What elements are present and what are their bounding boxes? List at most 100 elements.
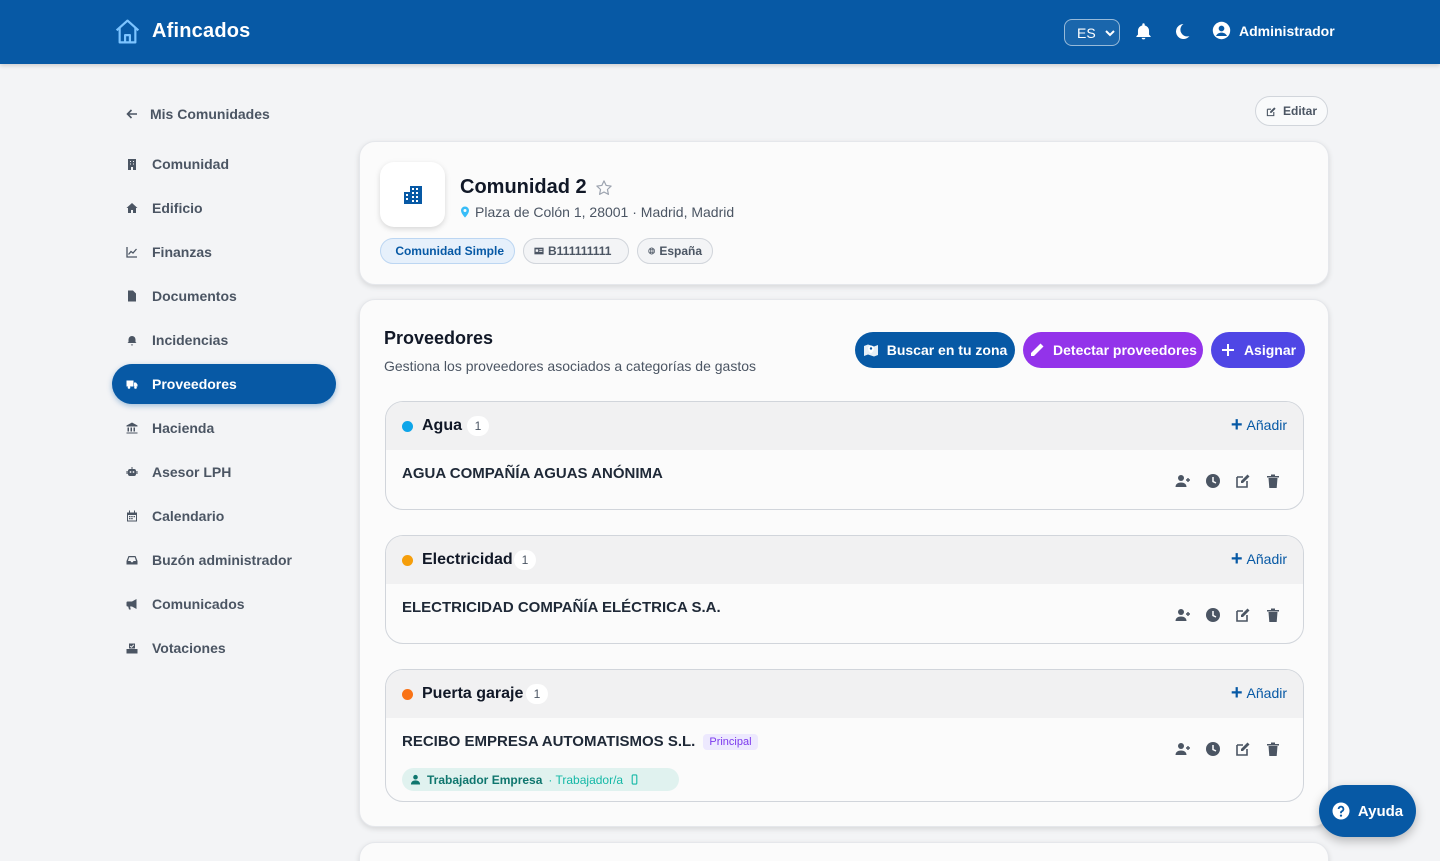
help-label: Ayuda (1357, 802, 1404, 820)
notifications-bell-icon[interactable] (1134, 22, 1153, 41)
provider-name-text: ELECTRICIDAD COMPAÑÍA ELÉCTRICA S.A. (402, 599, 721, 616)
edit-icon[interactable] (1235, 607, 1251, 623)
help-button[interactable]: Ayuda (1319, 785, 1416, 837)
community-title: Comunidad 2 (460, 176, 613, 199)
person-icon (410, 774, 421, 785)
sidebar-item-label: Proveedores (152, 376, 237, 392)
favorite-star-icon[interactable] (595, 179, 613, 197)
edit-label: Editar (1282, 104, 1317, 118)
edit-icon[interactable] (1235, 473, 1251, 489)
sidebar-item-hacienda[interactable]: Hacienda (112, 408, 336, 448)
building-icon (128, 159, 136, 170)
map-location-icon (863, 344, 878, 357)
add-contact-icon[interactable] (1175, 607, 1191, 623)
plus-icon (1221, 344, 1234, 356)
add-label: Añadir (1246, 685, 1287, 701)
apartment-building-icon (403, 185, 422, 204)
location-pin-icon (461, 206, 469, 218)
document-icon (128, 290, 136, 302)
user-menu[interactable]: Administrador (1212, 21, 1335, 40)
sidebar-item-label: Documentos (152, 288, 237, 304)
chip-label: B111111111 (548, 244, 612, 258)
sidebar-item-buzon[interactable]: Buzón administrador (112, 540, 336, 580)
sidebar-item-label: Incidencias (152, 332, 229, 348)
language-select[interactable]: ES (1064, 19, 1120, 46)
sidebar-item-votaciones[interactable]: Votaciones (112, 628, 336, 668)
category-color-dot (402, 555, 413, 566)
provider-actions (1175, 607, 1281, 623)
sidebar-item-asesor-lph[interactable]: Asesor LPH (112, 452, 336, 492)
user-circle-icon (1212, 21, 1231, 40)
magic-wand-icon (1031, 343, 1044, 356)
search-zone-button[interactable]: Buscar en tu zona (855, 332, 1015, 368)
back-label: Mis Comunidades (150, 106, 270, 122)
sidebar-item-label: Buzón administrador (152, 552, 293, 568)
trash-icon[interactable] (1265, 607, 1281, 623)
category-name: Electricidad (422, 551, 513, 568)
top-bar: Afincados ES Administrador (0, 0, 1440, 64)
bell-icon (127, 336, 137, 346)
add-provider-button[interactable]: + Añadir (1231, 549, 1287, 569)
sidebar-item-label: Finanzas (152, 244, 212, 260)
next-card (359, 842, 1329, 861)
category-agua: Agua 1 + Añadir AGUA COMPAÑÍA AGUAS ANÓNI… (385, 401, 1304, 510)
mobile-phone-icon (631, 774, 638, 785)
dark-mode-moon-icon[interactable] (1173, 22, 1191, 41)
edit-button[interactable]: Editar (1255, 96, 1328, 126)
chart-line-icon (126, 247, 137, 258)
provider-name-text: RECIBO EMPRESA AUTOMATISMOS S.L. (402, 733, 696, 750)
sidebar-item-finanzas[interactable]: Finanzas (112, 232, 336, 272)
add-contact-icon[interactable] (1175, 741, 1191, 757)
provider-name-text: AGUA COMPAÑÍA AGUAS ANÓNIMA (402, 465, 663, 482)
sidebar-item-calendario[interactable]: Calendario (112, 496, 336, 536)
add-provider-button[interactable]: + Añadir (1231, 683, 1287, 703)
sidebar-item-edificio[interactable]: Edificio (112, 188, 336, 228)
inbox-icon (126, 556, 138, 565)
sidebar-item-label: Asesor LPH (152, 464, 232, 480)
sidebar-item-incidencias[interactable]: Incidencias (112, 320, 336, 360)
category-count: 1 (467, 416, 489, 436)
arrow-left-icon (126, 109, 137, 119)
provider-actions (1175, 741, 1281, 757)
category-count: 1 (514, 550, 536, 570)
trash-icon[interactable] (1265, 473, 1281, 489)
sidebar-item-proveedores[interactable]: Proveedores (112, 364, 336, 404)
user-name: Administrador (1239, 22, 1335, 39)
sidebar-item-comunidad[interactable]: Comunidad (112, 144, 336, 184)
sidebar-item-label: Comunidad (152, 156, 229, 172)
question-circle-icon (1332, 802, 1350, 820)
add-provider-button[interactable]: + Añadir (1231, 415, 1287, 435)
community-card: Comunidad 2 Plaza de Colón 1, 28001 · Ma… (359, 141, 1329, 285)
chip-label: España (659, 244, 702, 258)
category-electricidad: Electricidad 1 + Añadir ELECTRICIDAD COMP… (385, 535, 1304, 644)
sidebar-item-label: Votaciones (152, 640, 226, 656)
providers-card: Proveedores Gestiona los proveedores aso… (359, 299, 1329, 827)
community-avatar (380, 162, 445, 227)
detect-providers-button[interactable]: Detectar proveedores (1023, 332, 1203, 368)
bank-icon (126, 422, 138, 434)
history-clock-icon[interactable] (1205, 741, 1221, 757)
category-count: 1 (526, 684, 548, 704)
add-label: Añadir (1246, 551, 1287, 567)
trash-icon[interactable] (1265, 741, 1281, 757)
chip-label: Comunidad Simple (395, 244, 504, 258)
back-to-communities[interactable]: Mis Comunidades (126, 106, 270, 122)
worker-role: · Trabajador/a (548, 772, 624, 787)
button-label: Asignar (1243, 342, 1297, 358)
sidebar-item-documentos[interactable]: Documentos (112, 276, 336, 316)
home-icon (126, 203, 138, 213)
provider-name: ELECTRICIDAD COMPAÑÍA ELÉCTRICA S.A. (402, 599, 721, 616)
history-clock-icon[interactable] (1205, 473, 1221, 489)
assign-button[interactable]: Asignar (1211, 332, 1305, 368)
button-label: Buscar en tu zona (886, 342, 1008, 358)
provider-actions (1175, 473, 1281, 489)
sidebar-item-comunicados[interactable]: Comunicados (112, 584, 336, 624)
add-contact-icon[interactable] (1175, 473, 1191, 489)
edit-icon[interactable] (1235, 741, 1251, 757)
worker-chip[interactable]: Trabajador Empresa · Trabajador/a (402, 768, 679, 791)
history-clock-icon[interactable] (1205, 607, 1221, 623)
brand[interactable]: Afincados (113, 17, 250, 46)
chevron-down-icon (1104, 29, 1115, 36)
providers-subtitle: Gestiona los proveedores asociados a cat… (384, 358, 757, 374)
cif-chip: B111111111 (523, 238, 629, 264)
